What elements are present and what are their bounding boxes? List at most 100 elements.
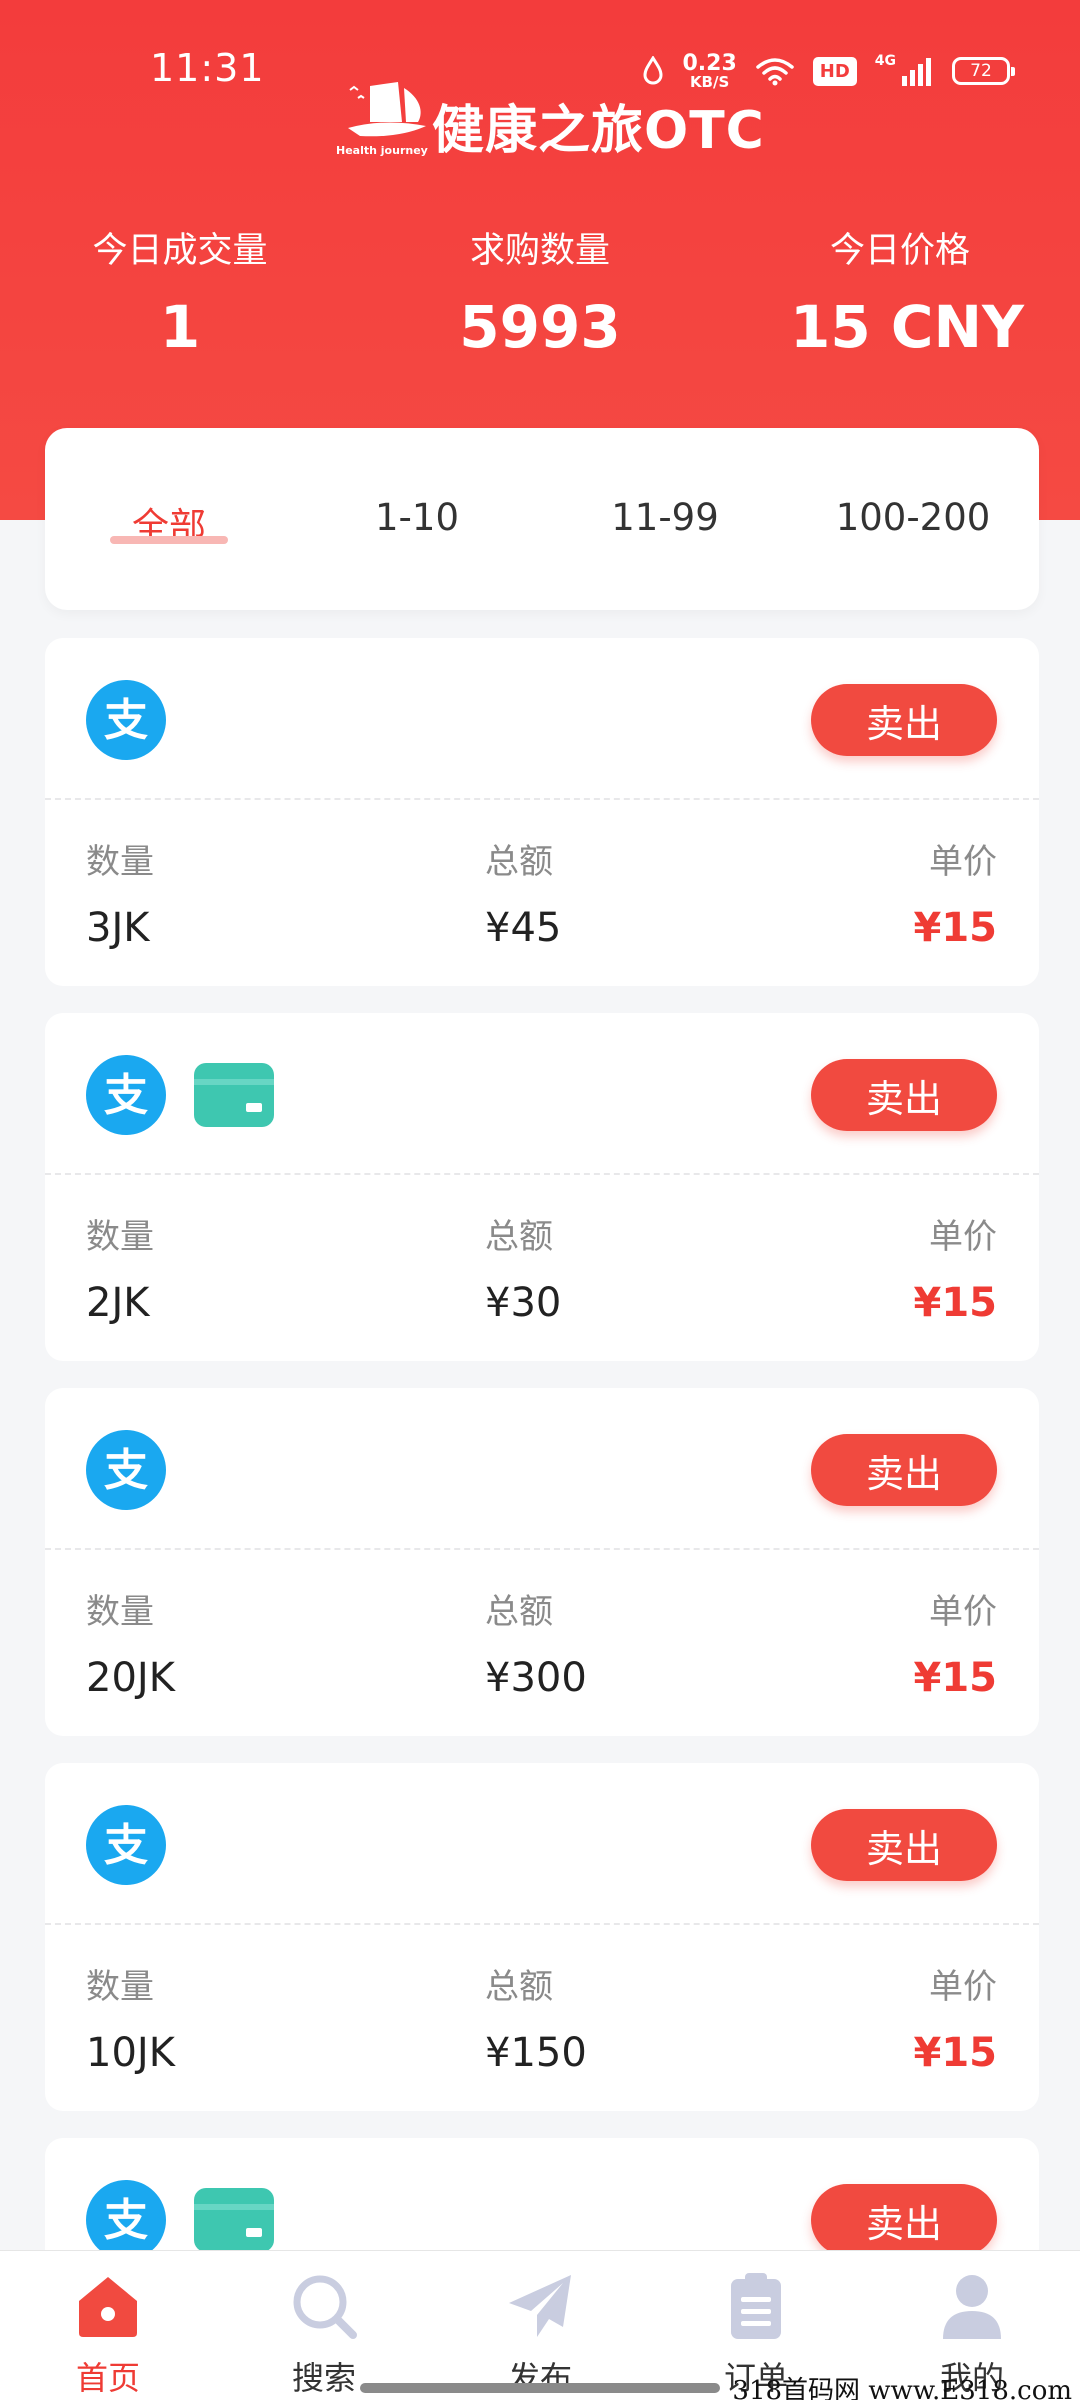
- total-label: 总额: [485, 1967, 553, 2007]
- nav-publish[interactable]: 发布: [480, 2269, 600, 2399]
- total-column: 总额 ¥30: [485, 1209, 561, 1326]
- unit-price-value: ¥15: [913, 905, 998, 951]
- unit-price-column: 单价 ¥15: [914, 1209, 998, 1326]
- bank-card-icon: [194, 1063, 274, 1127]
- stat-label: 今日成交量: [92, 231, 268, 271]
- svg-text:支: 支: [104, 1820, 148, 1871]
- unit-price-column: 单价 ¥15: [914, 1959, 998, 2076]
- nav-label: 首页: [75, 2359, 140, 2397]
- logo-tagline: Health journey: [336, 144, 428, 157]
- stat-label: 今日价格: [829, 231, 970, 271]
- sailboat-logo-icon: Health journey: [336, 78, 430, 160]
- total-value: ¥300: [485, 1655, 587, 1701]
- unit-price-label: 单价: [929, 1592, 997, 1632]
- bank-card-icon: [194, 2188, 274, 2252]
- quantity-value: 20JK: [86, 1655, 175, 1701]
- quantity-column: 数量 10JK: [86, 1959, 175, 2076]
- order-card[interactable]: 支 卖出数量 10JK 总额 ¥150 单价 ¥15: [45, 1763, 1039, 2111]
- quantity-value: 2JK: [86, 1280, 150, 1326]
- total-value: ¥150: [485, 2030, 587, 2076]
- sell-button[interactable]: 卖出: [811, 684, 997, 756]
- unit-price-label: 单价: [929, 1217, 997, 1257]
- payment-methods: 支: [86, 1055, 274, 1135]
- unit-price-label: 单价: [929, 842, 997, 882]
- stat-today-price: 今日价格 15 CNY: [790, 222, 1025, 361]
- tab-11-99[interactable]: 11-99: [611, 496, 719, 539]
- stat-today-volume: 今日成交量 1: [90, 222, 270, 361]
- total-label: 总额: [485, 842, 553, 882]
- quantity-label: 数量: [86, 842, 154, 882]
- total-value: ¥45: [485, 905, 562, 951]
- quantity-column: 数量 2JK: [86, 1209, 154, 1326]
- total-column: 总额 ¥150: [485, 1959, 587, 2076]
- quantity-column: 数量 20JK: [86, 1584, 175, 1701]
- sell-button[interactable]: 卖出: [811, 1434, 997, 1506]
- unit-price-label: 单价: [929, 1967, 997, 2007]
- stat-label: 求购数量: [469, 231, 610, 271]
- active-tab-indicator: [110, 536, 228, 544]
- nav-home[interactable]: 首页: [48, 2269, 168, 2399]
- user-icon: [943, 2275, 1001, 2339]
- order-card[interactable]: 支 卖出数量 2JK 总额 ¥30 单价 ¥15: [45, 1013, 1039, 1361]
- quantity-label: 数量: [86, 1967, 154, 2007]
- battery-level: 72: [970, 61, 992, 81]
- unit-price-column: 单价 ¥15: [914, 1584, 998, 1701]
- unit-price-column: 单价 ¥15: [914, 834, 998, 951]
- alipay-icon: 支: [86, 2180, 166, 2260]
- card-divider: [45, 1923, 1039, 1925]
- card-divider: [45, 798, 1039, 800]
- unit-price-value: ¥15: [913, 1655, 998, 1701]
- unit-price-value: ¥15: [913, 1280, 998, 1326]
- svg-text:支: 支: [104, 2195, 148, 2246]
- quantity-label: 数量: [86, 1592, 154, 1632]
- total-label: 总额: [485, 1592, 553, 1632]
- svg-text:支: 支: [104, 1445, 148, 1496]
- app-title: 健康之旅OTC: [432, 101, 765, 161]
- payment-methods: 支: [86, 680, 166, 760]
- watermark: 318首码网 www.E318.com: [732, 2376, 1072, 2400]
- alipay-icon: 支: [86, 680, 166, 760]
- quantity-column: 数量 3JK: [86, 834, 154, 951]
- quantity-value: 10JK: [86, 2030, 175, 2076]
- brand-header: Health journey 健康之旅OTC: [336, 78, 765, 163]
- svg-text:支: 支: [104, 695, 148, 746]
- sell-button[interactable]: 卖出: [811, 1059, 997, 1131]
- home-indicator[interactable]: [360, 2383, 720, 2393]
- svg-text:支: 支: [104, 1070, 148, 1121]
- order-card[interactable]: 支 卖出: [45, 2138, 1039, 2260]
- alipay-icon: 支: [86, 1055, 166, 1135]
- total-value: ¥30: [485, 1280, 562, 1326]
- sell-button[interactable]: 卖出: [811, 1809, 997, 1881]
- card-divider: [45, 1548, 1039, 1550]
- quantity-label: 数量: [86, 1217, 154, 1257]
- order-card[interactable]: 支 卖出数量 3JK 总额 ¥45 单价 ¥15: [45, 638, 1039, 986]
- filter-tabs: 全部 1-10 11-99 100-200: [45, 428, 1039, 610]
- clipboard-icon: [731, 2273, 781, 2339]
- send-icon: [509, 2275, 571, 2337]
- stat-value: 5993: [459, 293, 621, 361]
- stat-buy-quantity: 求购数量 5993: [450, 222, 630, 361]
- tab-1-10[interactable]: 1-10: [375, 496, 459, 539]
- nav-search[interactable]: 搜索: [264, 2269, 384, 2399]
- total-column: 总额 ¥300: [485, 1584, 587, 1701]
- unit-price-value: ¥15: [913, 2030, 998, 2076]
- sell-button[interactable]: 卖出: [811, 2184, 997, 2256]
- hd-badge: HD: [812, 56, 857, 86]
- signal-icon: [902, 58, 931, 86]
- payment-methods: 支: [86, 1805, 166, 1885]
- quantity-value: 3JK: [86, 905, 150, 951]
- search-icon: [293, 2275, 357, 2339]
- alipay-icon: 支: [86, 1430, 166, 1510]
- order-card[interactable]: 支 卖出数量 20JK 总额 ¥300 单价 ¥15: [45, 1388, 1039, 1736]
- total-column: 总额 ¥45: [485, 834, 561, 951]
- stat-value: 15 CNY: [790, 293, 1025, 361]
- signal-type: 4G: [874, 53, 896, 69]
- payment-methods: 支: [86, 2180, 274, 2260]
- battery-icon: 72: [952, 57, 1015, 85]
- status-time: 11:31: [150, 46, 265, 90]
- tab-100-200[interactable]: 100-200: [836, 496, 991, 539]
- total-label: 总额: [485, 1217, 553, 1257]
- network-speed-value: 0.23: [682, 50, 737, 76]
- stat-value: 1: [159, 293, 201, 361]
- alipay-icon: 支: [86, 1805, 166, 1885]
